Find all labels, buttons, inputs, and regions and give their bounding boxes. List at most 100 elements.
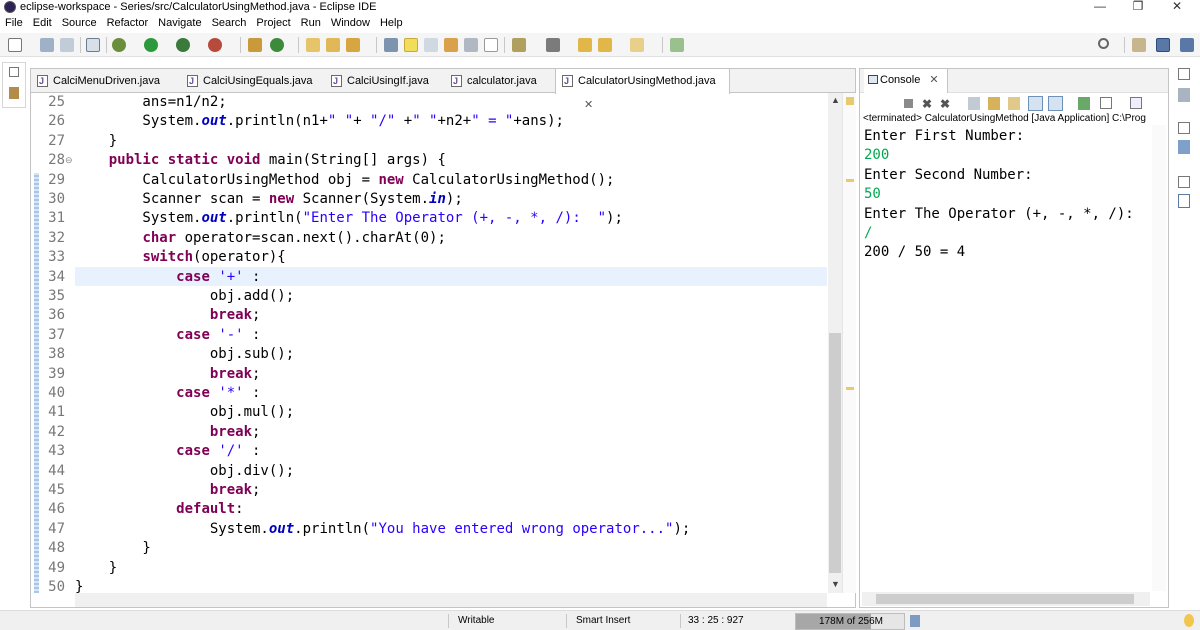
- code-line[interactable]: 49 }: [31, 559, 827, 578]
- code-line[interactable]: 27 }: [31, 132, 827, 151]
- open-declaration-icon[interactable]: [546, 38, 560, 52]
- code-line[interactable]: 31 System.out.println("Enter The Operato…: [31, 209, 827, 228]
- new-class-icon[interactable]: [270, 38, 284, 52]
- remove-launch-icon[interactable]: ✖: [922, 97, 932, 111]
- outline-icon[interactable]: [1178, 140, 1190, 154]
- code-line[interactable]: 48 }: [31, 539, 827, 558]
- menu-refactor[interactable]: Refactor: [102, 15, 154, 32]
- menu-window[interactable]: Window: [326, 15, 375, 32]
- menu-file[interactable]: File: [0, 15, 28, 32]
- restore-button[interactable]: ❐: [1123, 0, 1153, 14]
- save-icon[interactable]: [40, 38, 54, 52]
- restore-view-icon[interactable]: [1178, 176, 1190, 188]
- open-task-icon[interactable]: [326, 38, 340, 52]
- warning-marker[interactable]: [846, 179, 854, 182]
- code-line[interactable]: 39 break;: [31, 365, 827, 384]
- pin-editor-icon[interactable]: [512, 38, 526, 52]
- close-console-icon[interactable]: ✕: [929, 74, 938, 86]
- console-vertical-scrollbar[interactable]: [1152, 125, 1166, 591]
- code-line[interactable]: 29 CalculatorUsingMethod obj = new Calcu…: [31, 171, 827, 190]
- tab-calculatorusingmethod[interactable]: CalculatorUsingMethod.java ✕: [555, 69, 730, 111]
- heap-status[interactable]: 178M of 256M: [795, 613, 905, 630]
- display-selected-console-icon[interactable]: [1100, 97, 1112, 109]
- restore-view-icon[interactable]: [9, 67, 19, 77]
- new-java-project-icon[interactable]: [248, 38, 262, 52]
- word-wrap-icon[interactable]: [1008, 97, 1020, 110]
- terminate-icon[interactable]: [904, 99, 913, 108]
- code-line[interactable]: 32 char operator=scan.next().charAt(0);: [31, 229, 827, 248]
- tab-console[interactable]: Console ✕: [864, 69, 948, 93]
- editor-scrollbar-thumb[interactable]: [829, 333, 841, 573]
- back-history-icon[interactable]: [578, 38, 592, 52]
- search-icon[interactable]: [346, 38, 360, 52]
- minimize-button[interactable]: —: [1085, 0, 1115, 14]
- back-icon[interactable]: [598, 38, 612, 52]
- show-whitespace-icon[interactable]: [424, 38, 438, 52]
- code-line[interactable]: 26 System.out.println(n1+" "+ "/" +" "+n…: [31, 112, 827, 131]
- code-line[interactable]: 41 obj.mul();: [31, 403, 827, 422]
- open-console-icon[interactable]: [670, 38, 684, 52]
- fold-toggle-icon[interactable]: ⊖: [65, 151, 73, 170]
- code-line[interactable]: 38 obj.sub();: [31, 345, 827, 364]
- show-on-stdout-icon[interactable]: [1028, 96, 1043, 111]
- code-line[interactable]: 28 ⊖ public static void main(String[] arg…: [31, 151, 827, 170]
- code-line[interactable]: 35 obj.add();: [31, 287, 827, 306]
- coverage-icon[interactable]: [176, 38, 190, 52]
- save-all-icon[interactable]: [60, 38, 74, 52]
- menu-search[interactable]: Search: [207, 15, 252, 32]
- forward-icon[interactable]: [630, 38, 644, 52]
- restore-view-icon[interactable]: [1178, 122, 1190, 134]
- console-scrollbar-thumb[interactable]: [876, 594, 1134, 604]
- menu-help[interactable]: Help: [375, 15, 408, 32]
- run-icon[interactable]: [144, 38, 158, 52]
- tab-calcimenudriven[interactable]: CalciMenuDriven.java: [31, 69, 177, 93]
- code-line[interactable]: 50}: [31, 578, 827, 593]
- skip-breakpoints-icon[interactable]: [86, 38, 100, 52]
- scroll-down-icon[interactable]: ▼: [831, 579, 840, 589]
- code-area[interactable]: 25 ans=n1/n2; 26 System.out.println(n1+" …: [31, 93, 827, 593]
- previous-annotation-icon[interactable]: [464, 38, 478, 52]
- code-line[interactable]: 40 case '*' :: [31, 384, 827, 403]
- tab-calciusingif[interactable]: CalciUsingIf.java: [325, 69, 445, 93]
- open-console-icon[interactable]: [1130, 97, 1142, 109]
- editor-horizontal-scrollbar[interactable]: [75, 593, 827, 607]
- menu-source[interactable]: Source: [57, 15, 102, 32]
- code-line[interactable]: 44 obj.div();: [31, 462, 827, 481]
- next-annotation-icon[interactable]: [444, 38, 458, 52]
- open-type-icon[interactable]: [306, 38, 320, 52]
- warning-marker[interactable]: [846, 387, 854, 390]
- scroll-lock-icon[interactable]: [988, 97, 1000, 110]
- last-edit-location-icon[interactable]: [484, 38, 498, 52]
- tab-calciusingequals[interactable]: CalciUsingEquals.java: [181, 69, 327, 93]
- clear-console-icon[interactable]: [968, 97, 980, 110]
- code-line[interactable]: 25 ans=n1/n2;: [31, 93, 827, 112]
- run-garbage-collector-icon[interactable]: [910, 615, 920, 627]
- new-icon[interactable]: [8, 38, 22, 52]
- quick-access-search-icon[interactable]: [1098, 38, 1109, 49]
- remove-all-terminated-icon[interactable]: ✖: [940, 97, 950, 111]
- code-line[interactable]: 47 System.out.println("You have entered …: [31, 520, 827, 539]
- menu-run[interactable]: Run: [296, 15, 326, 32]
- tab-calculator[interactable]: calculator.java: [445, 69, 555, 93]
- task-list-icon[interactable]: [1178, 88, 1190, 102]
- pin-console-icon[interactable]: [1078, 97, 1090, 110]
- open-perspective-icon[interactable]: [1132, 38, 1146, 52]
- debug-perspective-icon[interactable]: [1180, 38, 1194, 52]
- scroll-up-icon[interactable]: ▲: [831, 95, 840, 105]
- code-line[interactable]: 36 break;: [31, 306, 827, 325]
- tip-lightbulb-icon[interactable]: [1184, 614, 1194, 627]
- show-on-stderr-icon[interactable]: [1048, 96, 1063, 111]
- editor-vertical-scrollbar[interactable]: ▲ ▼: [828, 93, 842, 593]
- warning-summary-icon[interactable]: [846, 97, 854, 105]
- code-line[interactable]: 43 case '/' :: [31, 442, 827, 461]
- console-horizontal-scrollbar[interactable]: [862, 592, 1150, 606]
- code-line[interactable]: 42 break;: [31, 423, 827, 442]
- code-line[interactable]: 46 default:: [31, 500, 827, 519]
- code-line[interactable]: 33 switch(operator){: [31, 248, 827, 267]
- toggle-block-selection-icon[interactable]: [404, 38, 418, 52]
- overview-ruler[interactable]: [842, 93, 856, 593]
- menu-project[interactable]: Project: [251, 15, 295, 32]
- java-perspective-icon[interactable]: [1156, 38, 1170, 52]
- toggle-mark-occurrences-icon[interactable]: [384, 38, 398, 52]
- menu-navigate[interactable]: Navigate: [153, 15, 206, 32]
